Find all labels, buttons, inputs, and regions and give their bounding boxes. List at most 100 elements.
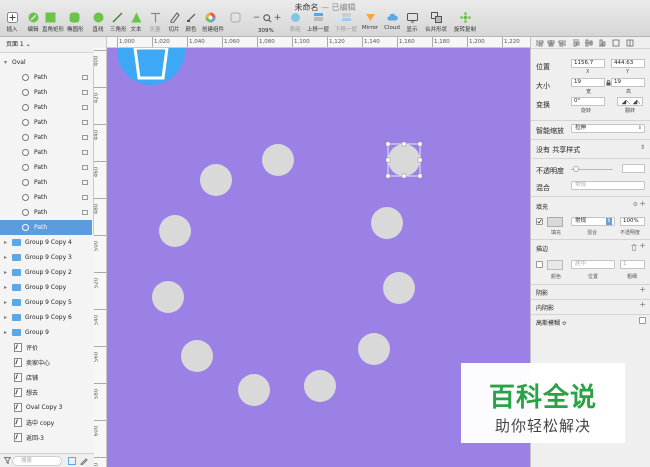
fill-blend-dropdown[interactable]: 常规 ⇕ <box>571 217 615 226</box>
layer-row[interactable]: Path <box>0 160 92 175</box>
disclosure-closed-icon[interactable]: ▸ <box>4 284 12 291</box>
layer-row[interactable]: Path <box>0 100 92 115</box>
zoom-control[interactable]: − + <box>252 13 282 23</box>
shared-style-selector[interactable]: 没有 共享样式 <box>536 145 580 155</box>
boolean-op-icon[interactable] <box>82 90 88 95</box>
layer-row[interactable]: 评价 <box>0 340 92 355</box>
triangle-tool-button[interactable]: 文本 <box>128 12 144 33</box>
add-inner-shadow-icon[interactable]: + <box>639 300 646 309</box>
disclosure-closed-icon[interactable]: ▸ <box>4 299 12 306</box>
boolean-op-icon[interactable] <box>82 135 88 140</box>
layer-row[interactable]: ▸ Group 9 Copy 4 <box>0 235 92 250</box>
insert-button[interactable]: 插入 <box>3 12 21 33</box>
vector-tool-button[interactable]: 切片 <box>166 12 182 33</box>
y-position-field[interactable]: 444.63 <box>611 59 645 68</box>
opacity-slider-handle[interactable] <box>573 166 579 172</box>
flip-buttons[interactable] <box>617 97 643 106</box>
add-fill-icon[interactable]: + <box>639 199 646 208</box>
border-width-field[interactable]: 1 <box>620 260 645 269</box>
layer-row[interactable]: Path <box>0 190 92 205</box>
page-selector[interactable]: 页面 1 ⌄ <box>0 37 106 53</box>
loading-dot[interactable] <box>262 144 294 176</box>
boolean-op-icon[interactable] <box>82 195 88 200</box>
edit-button[interactable]: 编辑 <box>25 12 41 33</box>
trash-icon[interactable] <box>631 244 637 251</box>
group-button[interactable]: 表组 <box>287 12 303 33</box>
width-field[interactable]: 19 <box>571 78 605 87</box>
cloud-button[interactable]: Cloud <box>383 12 401 31</box>
layer-row[interactable]: Path <box>0 205 92 220</box>
boolean-op-icon[interactable] <box>82 165 88 170</box>
disclosure-closed-icon[interactable]: ▸ <box>4 254 12 261</box>
disclosure-closed-icon[interactable]: ▸ <box>4 239 12 246</box>
export-icon[interactable] <box>68 457 76 465</box>
layer-row[interactable]: ▸ Group 9 <box>0 325 92 340</box>
edit-pencil-icon[interactable] <box>80 457 88 465</box>
disclosure-open-icon[interactable]: ▾ <box>4 59 12 66</box>
oval-tool-button[interactable]: 直线 <box>90 12 106 33</box>
mirror-button[interactable]: Mirror <box>361 12 379 31</box>
layer-row[interactable]: ▾ Oval <box>0 55 92 70</box>
opacity-field[interactable] <box>622 164 645 173</box>
loading-dot[interactable] <box>371 207 403 239</box>
boolean-op-icon[interactable] <box>82 75 88 80</box>
boolean-op-icon[interactable] <box>82 150 88 155</box>
layer-row[interactable]: ▸ Group 9 Copy 3 <box>0 250 92 265</box>
layer-row[interactable]: 选中 copy <box>0 415 92 430</box>
layer-row[interactable]: Path <box>0 145 92 160</box>
loading-dot[interactable] <box>358 333 390 365</box>
fill-enabled-checkbox[interactable] <box>536 218 543 225</box>
zoom-out-button[interactable]: − <box>253 13 261 23</box>
resizing-dropdown[interactable]: 拉伸 ⇕ <box>571 124 645 133</box>
rounded-rect-tool-button[interactable]: 椭圆形 <box>67 12 84 33</box>
boolean-op-icon[interactable] <box>82 105 88 110</box>
blend-mode-dropdown[interactable]: 常规 <box>571 181 645 190</box>
loading-dot[interactable] <box>159 215 191 247</box>
boolean-op-icon[interactable] <box>82 210 88 215</box>
boolean-op-icon[interactable] <box>82 180 88 185</box>
layer-row[interactable]: 店铺 <box>0 370 92 385</box>
fill-settings-icon[interactable]: ⚙ <box>633 201 638 208</box>
layer-row[interactable]: Path <box>0 220 92 235</box>
border-position-dropdown[interactable]: 居中 <box>571 260 615 269</box>
height-field[interactable]: 19 <box>611 78 645 87</box>
layer-row[interactable]: Path <box>0 130 92 145</box>
layer-row[interactable]: Oval Copy 3 <box>0 400 92 415</box>
send-backward-button[interactable]: 下移一层 <box>334 12 358 33</box>
layer-search-input[interactable]: 搜索 <box>12 456 62 466</box>
loading-dot[interactable] <box>383 272 415 304</box>
boolean-op-icon[interactable] <box>82 120 88 125</box>
rotate-copies-button[interactable]: 旋转复制 <box>452 12 478 33</box>
layer-row[interactable]: 卖家中心 <box>0 355 92 370</box>
add-border-icon[interactable]: + <box>639 241 646 250</box>
disclosure-closed-icon[interactable]: ▸ <box>4 329 12 336</box>
layer-row[interactable]: ▸ Group 9 Copy 6 <box>0 310 92 325</box>
loading-dot[interactable] <box>238 374 270 406</box>
layer-row[interactable]: ▸ Group 9 Copy 2 <box>0 265 92 280</box>
rotation-field[interactable]: 0° <box>571 97 605 106</box>
layer-row[interactable]: Path <box>0 85 92 100</box>
align-icons[interactable] <box>535 39 647 47</box>
border-color-swatch[interactable] <box>547 260 563 270</box>
shared-style-arrows-icon[interactable]: ⇕ <box>640 144 645 151</box>
fill-color-swatch[interactable] <box>547 217 563 227</box>
disclosure-closed-icon[interactable]: ▸ <box>4 269 12 276</box>
loading-dot[interactable] <box>152 281 184 313</box>
add-shadow-icon[interactable]: + <box>639 285 646 294</box>
layer-row[interactable]: Path <box>0 115 92 130</box>
disclosure-closed-icon[interactable]: ▸ <box>4 314 12 321</box>
view-button[interactable]: 显示 <box>405 12 419 33</box>
bring-forward-button[interactable]: 上移一层 <box>306 12 330 33</box>
loading-dot[interactable] <box>304 370 336 402</box>
x-position-field[interactable]: 1156.7 <box>571 59 605 68</box>
blur-selector[interactable]: 高斯模糊 ≎ <box>536 318 567 327</box>
layer-row[interactable]: Path <box>0 175 92 190</box>
layer-row[interactable]: 返回-3 <box>0 430 92 445</box>
loading-dot[interactable] <box>200 164 232 196</box>
combine-shapes-button[interactable]: 合并形状 <box>424 12 448 33</box>
text-tool-button[interactable]: 矢量 <box>148 12 162 33</box>
selected-dot[interactable] <box>385 141 423 179</box>
layer-row[interactable]: Path <box>0 70 92 85</box>
layer-row[interactable]: ▸ Group 9 Copy <box>0 280 92 295</box>
slice-tool-button[interactable]: 颜色 <box>184 12 198 33</box>
